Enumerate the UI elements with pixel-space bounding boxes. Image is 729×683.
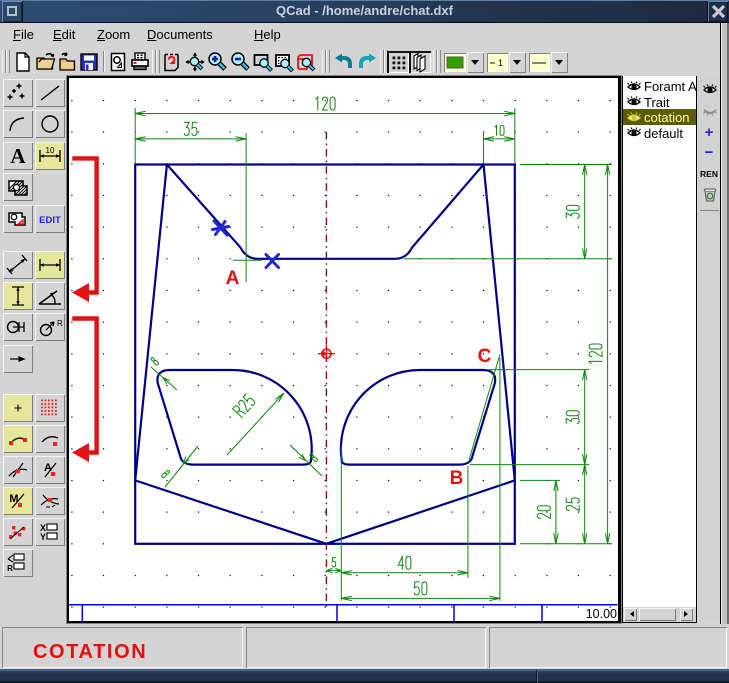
svg-text:EDIT: EDIT — [39, 215, 61, 226]
svg-text:10.00: 10.00 — [586, 607, 617, 621]
svg-text:B: B — [450, 468, 464, 489]
svg-text:C: C — [478, 346, 492, 367]
svg-text:R: R — [57, 319, 63, 328]
svg-text:10: 10 — [46, 146, 55, 155]
svg-text:M: M — [9, 493, 18, 505]
svg-text:1: 1 — [498, 58, 503, 68]
svg-text:Y: Y — [40, 532, 46, 542]
svg-text:R: R — [7, 564, 13, 573]
svg-text:A: A — [10, 144, 26, 168]
svg-text:A: A — [226, 268, 240, 289]
